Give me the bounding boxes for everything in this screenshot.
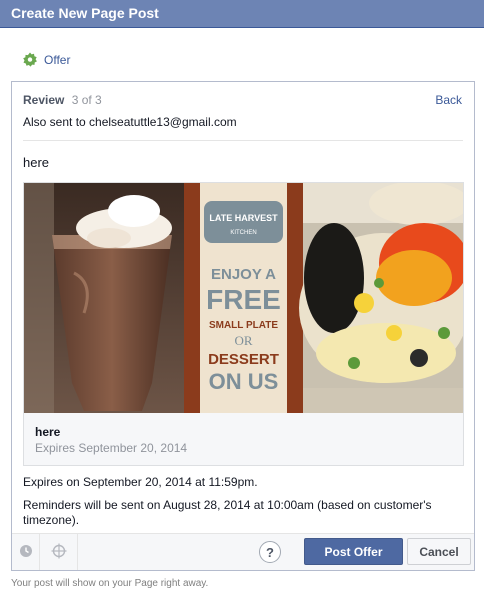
target-button[interactable]	[40, 534, 78, 570]
brand-text: LATE HARVEST	[209, 213, 278, 223]
offer-tag-icon	[22, 52, 38, 68]
back-link[interactable]: Back	[435, 93, 462, 107]
offer-attachment[interactable]: LATE HARVEST KITCHEN ENJOY A FREE SMALL …	[23, 182, 464, 466]
reminder-text: Reminders will be sent on August 28, 201…	[23, 498, 432, 527]
image-line-3: SMALL PLATE	[209, 320, 278, 331]
divider	[23, 140, 463, 141]
post-note: Your post will show on your Page right a…	[11, 578, 209, 589]
schedule-button[interactable]	[12, 534, 40, 570]
dialog-title: Create New Page Post	[11, 5, 159, 21]
attachment-title: here	[35, 425, 61, 439]
brand-subtext: KITCHEN	[230, 230, 256, 236]
cancel-button[interactable]: Cancel	[407, 538, 471, 565]
dialog-footer: ? Post Offer Cancel	[12, 533, 474, 570]
clock-icon	[19, 544, 33, 561]
expires-text: Expires on September 20, 2014 at 11:59pm…	[23, 475, 258, 489]
image-line-5: DESSERT	[208, 351, 279, 368]
review-step: 3 of 3	[71, 93, 102, 107]
review-title: Review	[23, 93, 65, 107]
location-target-icon	[51, 543, 67, 562]
image-line-6: ON US	[209, 369, 279, 394]
image-line-2: FREE	[206, 284, 281, 315]
attachment-expiry: Expires September 20, 2014	[35, 441, 188, 455]
also-sent-text: Also sent to chelseatuttle13@gmail.com	[23, 115, 237, 129]
review-panel: Review 3 of 3 Back Also sent to chelseat…	[11, 81, 475, 571]
post-offer-button[interactable]: Post Offer	[304, 538, 403, 565]
offer-type-row: Offer	[22, 51, 70, 69]
review-header: Review 3 of 3	[23, 93, 102, 107]
offer-label[interactable]: Offer	[44, 53, 70, 67]
dialog-header: Create New Page Post	[0, 0, 484, 28]
image-line-4: OR	[234, 333, 252, 348]
post-message: here	[23, 155, 50, 170]
offer-image: LATE HARVEST KITCHEN ENJOY A FREE SMALL …	[24, 183, 463, 413]
image-line-1: ENJOY A	[211, 266, 276, 283]
help-button[interactable]: ?	[259, 541, 281, 563]
